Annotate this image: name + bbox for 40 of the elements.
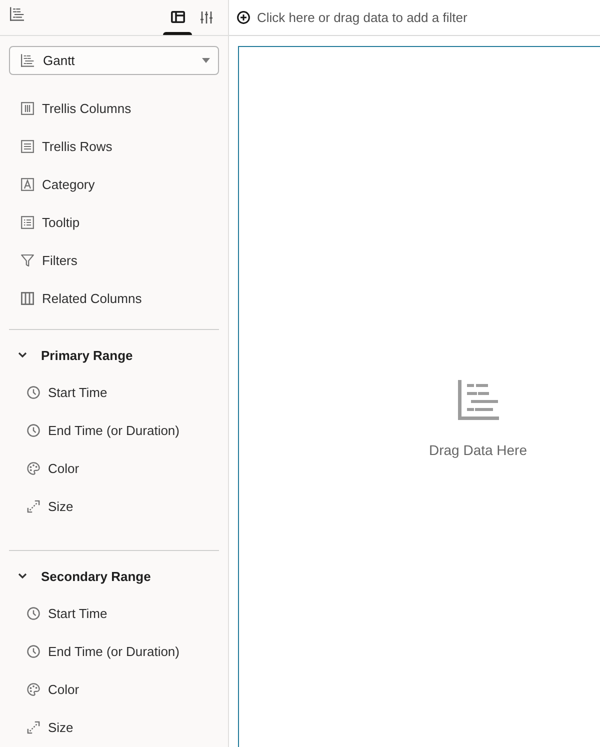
palette-icon <box>27 682 40 696</box>
drop-target-label[interactable]: End Time (or Duration) <box>48 644 180 658</box>
drop-target-label[interactable]: Size <box>48 720 74 734</box>
layout-icon <box>170 11 184 23</box>
rows-icon <box>21 140 34 152</box>
chart-type-dropdown[interactable]: Gantt <box>9 46 219 75</box>
drop-target-label[interactable]: Size <box>48 498 74 514</box>
drop-target-label[interactable]: Start Time <box>48 606 108 620</box>
gantt-chart-icon <box>21 54 34 67</box>
clock-icon <box>27 386 40 398</box>
drop-target-label[interactable]: Trellis Columns <box>42 100 132 116</box>
range-header[interactable]: Secondary Range <box>18 568 151 584</box>
drop-target-label[interactable]: Filters <box>42 252 78 268</box>
empty-message: Drag Data Here <box>428 442 528 458</box>
drop-target-label[interactable]: Category <box>42 176 95 192</box>
sliders-icon <box>200 11 213 24</box>
palette-icon <box>27 462 40 474</box>
drop-target-label[interactable]: Trellis Rows <box>42 138 112 154</box>
drop-target-label[interactable]: End Time (or Duration) <box>48 422 180 438</box>
range-header[interactable]: Primary Range <box>18 348 133 362</box>
clock-icon <box>27 644 40 658</box>
plus-circle-icon <box>237 11 250 24</box>
resize-icon <box>27 500 40 512</box>
letter-a-icon <box>21 178 34 190</box>
clock-icon <box>27 424 40 436</box>
resize-icon <box>27 720 40 734</box>
filter-icon <box>21 254 34 266</box>
gantt-chart-icon <box>458 380 498 420</box>
list-icon <box>21 216 34 228</box>
columns-icon <box>21 102 34 114</box>
drop-target-label[interactable]: Start Time <box>48 384 108 400</box>
drop-target-label[interactable]: Color <box>48 460 80 476</box>
drop-target-label[interactable]: Related Columns <box>42 290 142 306</box>
gantt-chart-icon <box>10 7 24 21</box>
columns-icon <box>21 292 34 304</box>
add-filter-link[interactable]: Click here or drag data to add a filter <box>237 10 468 25</box>
drop-target-label[interactable]: Color <box>48 682 80 696</box>
caret-down-icon <box>202 58 210 63</box>
drop-target-label[interactable]: Tooltip <box>42 214 80 230</box>
clock-icon <box>27 606 40 620</box>
